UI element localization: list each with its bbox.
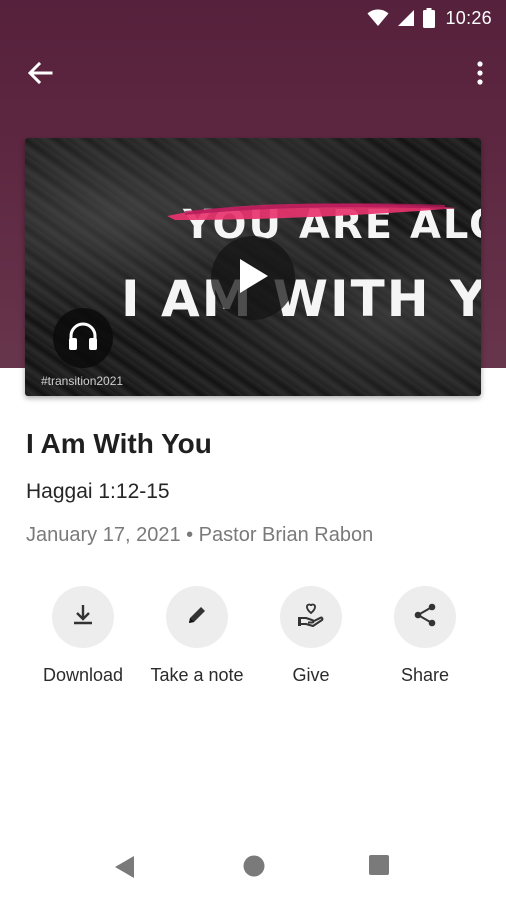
give-circle xyxy=(280,586,342,648)
nav-home-button[interactable] xyxy=(242,854,266,883)
take-note-label: Take a note xyxy=(150,665,244,685)
download-icon xyxy=(71,603,95,632)
pencil-icon xyxy=(186,604,208,631)
headphones-icon xyxy=(67,321,99,356)
share-label: Share xyxy=(400,665,450,685)
nav-home-icon xyxy=(242,854,266,883)
battery-icon xyxy=(423,8,436,28)
give-heart-hand-icon xyxy=(297,602,325,633)
share-button[interactable]: Share xyxy=(365,586,485,686)
give-label: Give xyxy=(292,665,330,685)
back-button[interactable] xyxy=(20,58,60,92)
share-circle xyxy=(394,586,456,648)
wifi-icon xyxy=(367,9,389,27)
arrow-back-icon xyxy=(27,61,53,89)
sermon-title: I Am With You xyxy=(26,428,212,459)
art-line-2: I AM WITH YOU !!! xyxy=(121,270,481,328)
play-button[interactable] xyxy=(211,236,295,320)
cell-signal-icon xyxy=(397,9,415,27)
nav-back-icon xyxy=(112,854,136,885)
download-circle xyxy=(52,586,114,648)
nav-back-button[interactable] xyxy=(112,854,136,885)
more-vert-icon xyxy=(477,60,483,90)
share-icon xyxy=(412,602,438,633)
take-note-button[interactable]: Take a note xyxy=(137,586,257,686)
nav-recents-icon xyxy=(368,854,390,881)
play-icon xyxy=(236,257,270,300)
status-bar: 10:26 xyxy=(0,0,506,36)
download-button[interactable]: Download xyxy=(23,586,143,686)
status-time: 10:26 xyxy=(445,7,492,28)
hashtag-label: #transition2021 xyxy=(41,374,124,388)
system-navigation-bar xyxy=(0,836,506,900)
scripture-reference: Haggai 1:12-15 xyxy=(26,480,170,503)
action-row: Download Take a note Give Share xyxy=(0,586,506,696)
take-note-circle xyxy=(166,586,228,648)
date-speaker: January 17, 2021 • Pastor Brian Rabon xyxy=(26,524,374,546)
more-options-button[interactable] xyxy=(470,58,490,92)
nav-recents-button[interactable] xyxy=(368,854,390,881)
sermon-media-thumbnail[interactable]: YOU ARE ALONE. I AM WITH YOU !!! #transi… xyxy=(25,138,481,396)
audio-button[interactable] xyxy=(53,308,113,368)
give-button[interactable]: Give xyxy=(251,586,371,686)
download-label: Download xyxy=(42,665,124,685)
